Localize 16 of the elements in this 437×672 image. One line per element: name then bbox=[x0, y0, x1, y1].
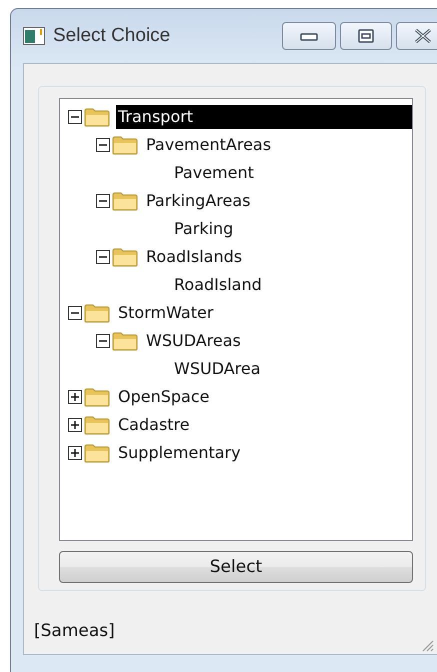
select-button[interactable]: Select bbox=[59, 551, 413, 583]
tree-item[interactable]: Transport bbox=[116, 105, 412, 129]
status-text: [Sameas] bbox=[34, 621, 116, 641]
tree-item[interactable]: StormWater bbox=[116, 301, 216, 325]
tree-item[interactable]: RoadIslands bbox=[144, 245, 244, 269]
tree-item[interactable]: Cadastre bbox=[116, 413, 192, 437]
tree-item[interactable]: WSUDAreas bbox=[144, 329, 243, 353]
tree-item[interactable]: Supplementary bbox=[116, 441, 243, 465]
tree-item[interactable]: RoadIsland bbox=[172, 273, 264, 297]
tree-item[interactable]: Pavement bbox=[172, 161, 256, 185]
tree-item[interactable]: ParkingAreas bbox=[144, 189, 252, 213]
tree-item[interactable]: OpenSpace bbox=[116, 385, 212, 409]
tree-item[interactable]: Parking bbox=[172, 217, 236, 241]
tree-item[interactable]: PavementAreas bbox=[144, 133, 274, 157]
window-title: Select Choice bbox=[53, 25, 172, 47]
tree-item[interactable]: WSUDArea bbox=[172, 357, 263, 381]
